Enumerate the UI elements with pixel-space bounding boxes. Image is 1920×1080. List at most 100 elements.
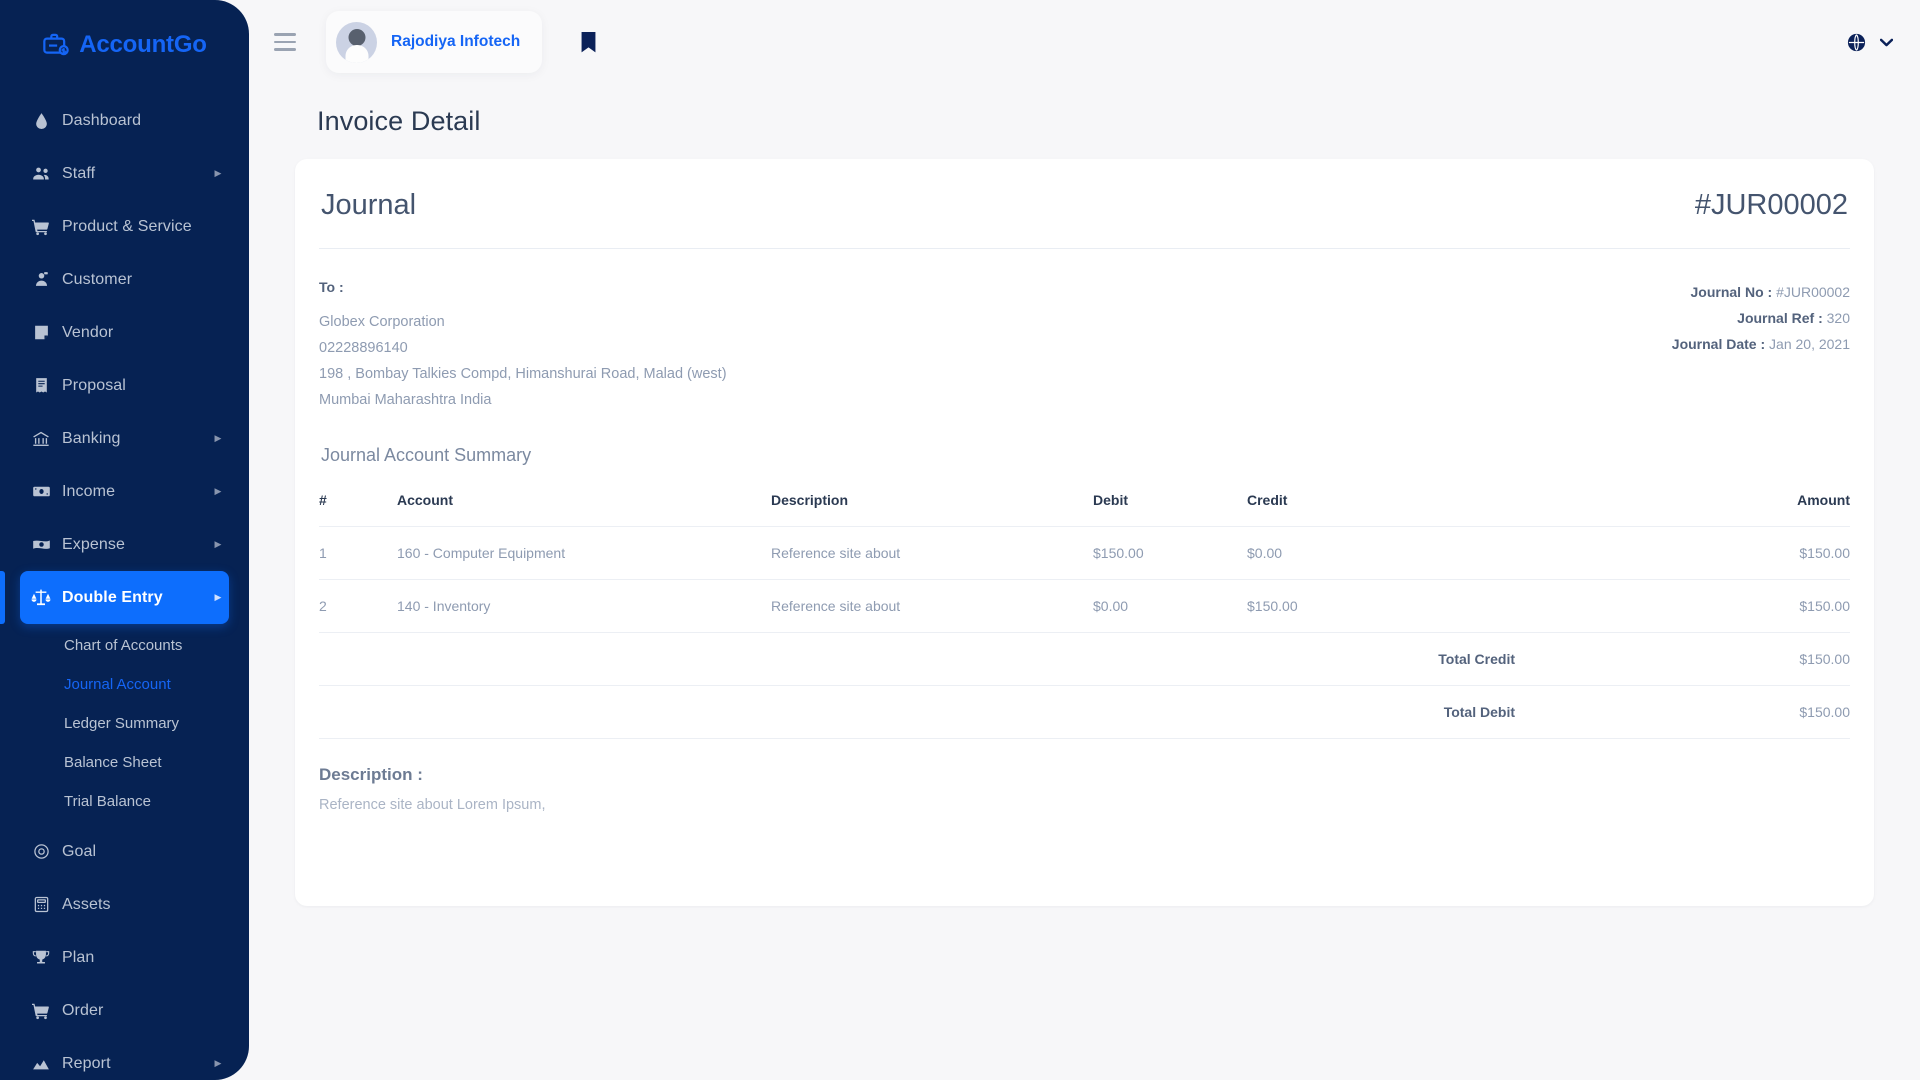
person-badge-icon [20, 271, 62, 288]
journal-ref-value: 320 [1826, 310, 1850, 326]
cell-credit: $150.00 [1247, 579, 1515, 633]
chevron-right-icon: ▶ [214, 592, 222, 602]
page-title: Invoice Detail [317, 106, 481, 136]
column-header-debit: Debit [1093, 478, 1247, 527]
bookmark-icon[interactable] [580, 31, 597, 53]
cell-account: 160 - Computer Equipment [397, 526, 771, 580]
sidebar-item-banking[interactable]: Banking ▶ [20, 412, 229, 465]
hamburger-icon[interactable] [274, 27, 304, 57]
column-header-num: # [319, 478, 397, 527]
company-switcher[interactable]: Rajodiya Infotech [326, 11, 543, 73]
chevron-down-icon [1880, 38, 1893, 47]
sidebar-item-label: Vendor [62, 323, 114, 341]
sidebar-item-label: Assets [62, 895, 111, 913]
sidebar-item-vendor[interactable]: Vendor [20, 306, 229, 359]
total-credit-value: $150.00 [1515, 632, 1850, 686]
total-credit-label: Total Credit [1247, 632, 1515, 686]
journal-accounts-table: # Account Description Debit Credit Amoun… [319, 478, 1850, 739]
sidebar-item-product-service[interactable]: Product & Service [20, 200, 229, 253]
scales-icon [20, 588, 62, 608]
table-body: 1 160 - Computer Equipment Reference sit… [319, 526, 1850, 739]
to-line: Mumbai Maharashtra India [319, 392, 492, 408]
sidebar-subitem-ledger-summary[interactable]: Ledger Summary [0, 704, 249, 743]
sidebar-item-label: Plan [62, 948, 95, 966]
sidebar-subitem-journal-account[interactable]: Journal Account [0, 665, 249, 704]
to-label: To : [319, 279, 344, 295]
brand-logo[interactable]: AccountGo [0, 0, 249, 84]
column-header-amount: Amount [1515, 478, 1850, 527]
cell-debit: $0.00 [1093, 579, 1247, 633]
total-debit-value: $150.00 [1515, 685, 1850, 739]
sidebar-item-label: Proposal [62, 376, 126, 394]
target-icon [20, 843, 62, 860]
sidebar-item-label: Customer [62, 270, 133, 288]
spacer-cell [771, 632, 1093, 686]
sidebar-item-label: Product & Service [62, 217, 192, 235]
cell-description: Reference site about [771, 526, 1093, 580]
top-header: Rajodiya Infotech [249, 0, 1920, 84]
sidebar-subitem-label: Chart of Accounts [64, 637, 183, 654]
language-selector[interactable] [1847, 33, 1893, 52]
description-block: Description : Reference site about Lorem… [319, 739, 1850, 813]
column-header-credit: Credit [1247, 478, 1515, 527]
sidebar-item-staff[interactable]: Staff ▶ [20, 147, 229, 200]
user-avatar-icon [336, 21, 377, 63]
cell-description: Reference site about [771, 579, 1093, 633]
column-header-account: Account [397, 478, 771, 527]
sidebar-subitem-balance-sheet[interactable]: Balance Sheet [0, 743, 249, 782]
cart-icon [20, 1002, 62, 1020]
chevron-right-icon: ▶ [214, 539, 222, 549]
total-debit-row: Total Debit $150.00 [319, 685, 1850, 739]
sidebar-item-income[interactable]: Income ▶ [20, 465, 229, 518]
chevron-right-icon: ▶ [214, 433, 222, 443]
invoice-card-header: Journal #JUR00002 [319, 189, 1850, 222]
main-content: Invoice Detail Journal #JUR00002 To : Gl… [249, 84, 1920, 1080]
company-name: Rajodiya Infotech [391, 33, 521, 50]
invoice-heading: Journal [321, 189, 417, 221]
cell-amount: $150.00 [1515, 526, 1850, 580]
sidebar: AccountGo Dashboard Staff ▶ Product & Se… [0, 0, 249, 1080]
sidebar-item-double-entry[interactable]: Double Entry ▶ [0, 571, 229, 624]
journal-date-value: Jan 20, 2021 [1769, 336, 1850, 352]
cell-debit: $150.00 [1093, 526, 1247, 580]
sidebar-item-label: Goal [62, 842, 97, 860]
chart-icon [20, 1055, 62, 1073]
sidebar-item-proposal[interactable]: Proposal [20, 359, 229, 412]
description-label: Description : [319, 765, 423, 784]
cell-num: 2 [319, 579, 397, 633]
sidebar-item-expense[interactable]: Expense ▶ [20, 518, 229, 571]
bank-icon [20, 430, 62, 448]
sidebar-subitem-label: Journal Account [64, 676, 171, 693]
cell-amount: $150.00 [1515, 579, 1850, 633]
droplet-icon [20, 112, 62, 129]
sidebar-subitem-chart-of-accounts[interactable]: Chart of Accounts [0, 626, 249, 665]
chevron-right-icon: ▶ [214, 1058, 222, 1068]
globe-icon [1847, 33, 1866, 52]
summary-title: Journal Account Summary [321, 445, 532, 465]
spacer-cell [319, 632, 397, 686]
journal-date-label: Journal Date : [1671, 336, 1766, 352]
sidebar-item-dashboard[interactable]: Dashboard [20, 94, 229, 147]
journal-date-row: Journal Date : Jan 20, 2021 [1672, 331, 1850, 357]
column-header-description: Description [771, 478, 1093, 527]
sidebar-item-order[interactable]: Order [20, 984, 229, 1037]
cash-coin-icon [20, 535, 62, 554]
sidebar-item-report[interactable]: Report ▶ [20, 1037, 229, 1080]
cell-num: 1 [319, 526, 397, 580]
sidebar-item-goal[interactable]: Goal [20, 825, 229, 878]
journal-meta-block: Journal No : #JUR00002 Journal Ref : 320… [1672, 279, 1850, 413]
table-row: 2 140 - Inventory Reference site about $… [319, 579, 1850, 633]
sidebar-item-label: Staff [62, 164, 96, 182]
sidebar-item-assets[interactable]: Assets [20, 878, 229, 931]
bill-to-block: To : Globex Corporation 02228896140 198 … [319, 279, 727, 413]
invoice-detail-card: Journal #JUR00002 To : Globex Corporatio… [295, 159, 1874, 906]
total-credit-row: Total Credit $150.00 [319, 632, 1850, 686]
sidebar-item-customer[interactable]: Customer [20, 253, 229, 306]
sidebar-item-plan[interactable]: Plan [20, 931, 229, 984]
invoice-number: #JUR00002 [1694, 189, 1848, 221]
sidebar-subitem-trial-balance[interactable]: Trial Balance [0, 782, 249, 821]
description-value: Reference site about Lorem Ipsum, [319, 797, 546, 813]
chevron-right-icon: ▶ [214, 486, 222, 496]
sidebar-item-label: Dashboard [62, 111, 142, 129]
calculator-icon [20, 896, 62, 913]
